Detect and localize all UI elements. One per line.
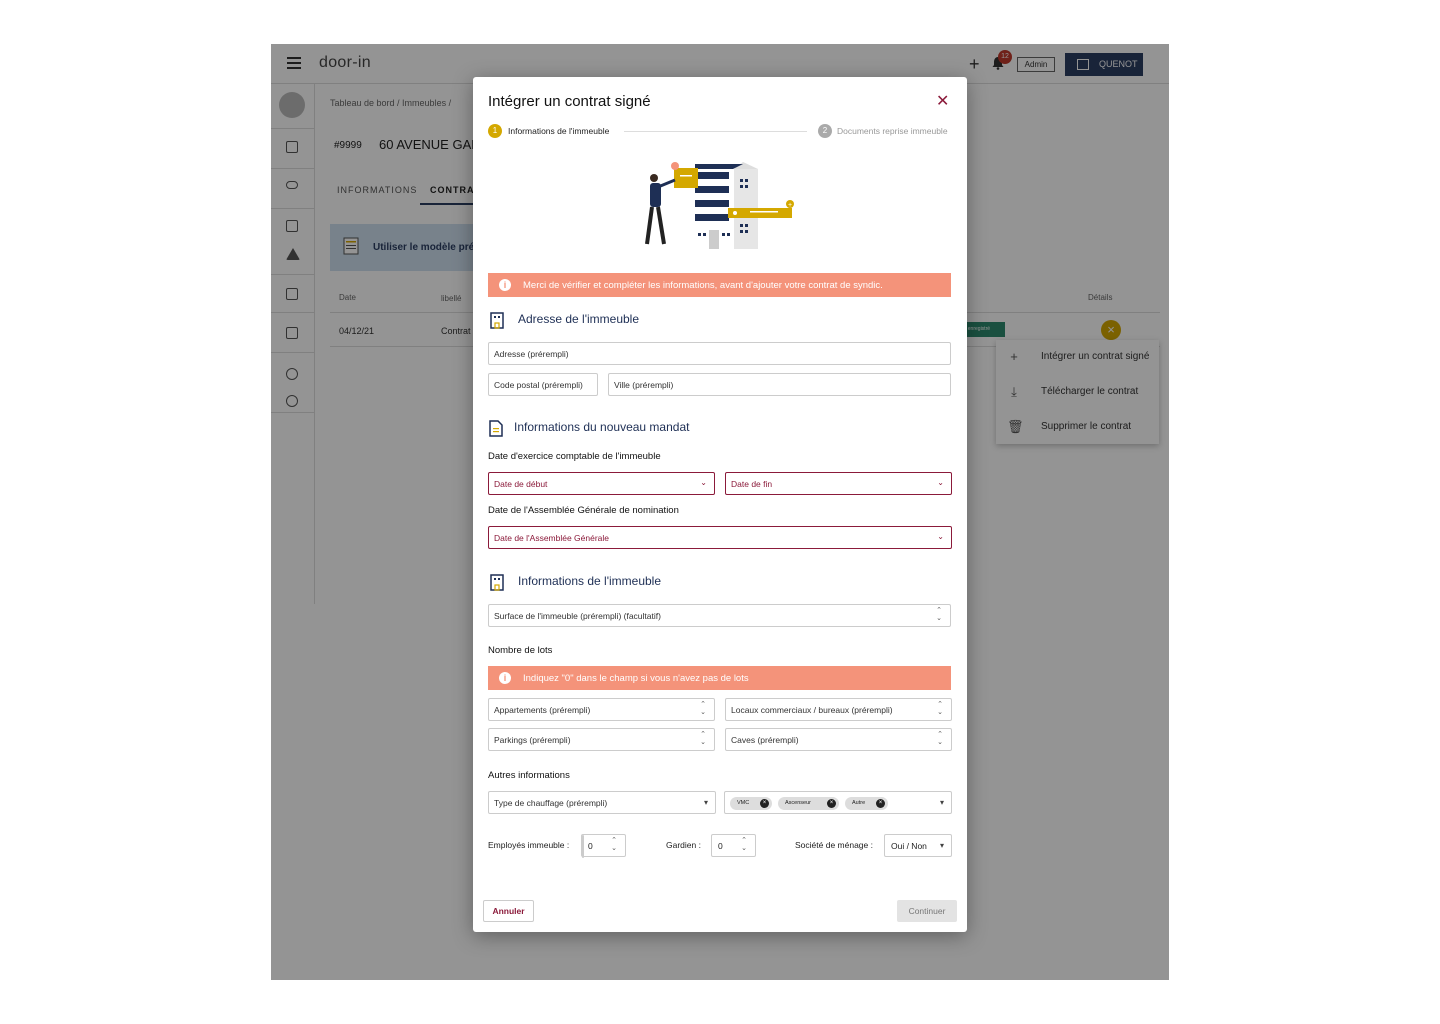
step-1-label: Informations de l'immeuble xyxy=(508,126,610,136)
caret-down-icon: ▾ xyxy=(939,798,944,807)
ag-date-label: Date de l'Assemblée Générale de nominati… xyxy=(488,505,679,516)
fiscal-year-label: Date d'exercice comptable de l'immeuble xyxy=(488,451,661,462)
remove-chip-icon[interactable]: × xyxy=(876,799,885,808)
document-icon xyxy=(489,420,503,437)
stepper-icon[interactable]: ⌃ ⌄ xyxy=(700,731,706,747)
stepper-icon[interactable]: ⌃ ⌄ xyxy=(741,837,747,853)
caretaker-label: Gardien : xyxy=(666,840,701,850)
stepper-icon[interactable]: ⌃ ⌄ xyxy=(611,837,617,853)
integrate-contract-dialog: Intégrer un contrat signé ✕ 1 Informatio… xyxy=(473,77,967,932)
chip-vmc[interactable]: VMC × xyxy=(730,797,772,810)
stepper-icon[interactable]: ⌃ ⌄ xyxy=(937,731,943,747)
equipment-multiselect[interactable]: VMC × Ascenseur × Autre × ▾ xyxy=(724,791,952,814)
other-info-label: Autres informations xyxy=(488,770,570,781)
address-section-title: Adresse de l'immeuble xyxy=(518,312,640,326)
postal-code-input[interactable]: Code postal (prérempli) xyxy=(488,373,598,396)
continue-button[interactable]: Continuer xyxy=(897,900,957,922)
chevron-down-icon: ⌄ xyxy=(937,478,944,487)
address-input[interactable]: Adresse (prérempli) xyxy=(488,342,951,365)
employees-input[interactable]: 0 ⌃ ⌄ xyxy=(581,834,626,858)
employees-label: Employés immeuble : xyxy=(488,840,570,850)
remove-chip-icon[interactable]: × xyxy=(827,799,836,808)
chevron-down-icon: ⌄ xyxy=(937,532,944,541)
info-icon: i xyxy=(499,672,511,684)
dialog-title: Intégrer un contrat signé xyxy=(488,93,651,110)
building-icon xyxy=(490,574,504,591)
end-date-select[interactable]: Date de fin ⌄ xyxy=(725,472,952,495)
mandate-section-title: Informations du nouveau mandat xyxy=(514,420,690,434)
caret-down-icon: ▾ xyxy=(703,798,708,807)
close-icon[interactable]: ✕ xyxy=(936,91,949,111)
apartments-input[interactable]: Appartements (prérempli) ⌃ ⌄ xyxy=(488,698,715,721)
city-input[interactable]: Ville (prérempli) xyxy=(608,373,951,396)
svg-text:+: + xyxy=(788,202,792,209)
lots-label: Nombre de lots xyxy=(488,645,553,656)
cellars-input[interactable]: Caves (prérempli) ⌃ ⌄ xyxy=(725,728,952,751)
cleaning-company-label: Société de ménage : xyxy=(795,840,873,850)
step-1-indicator: 1 xyxy=(488,124,502,138)
chevron-down-icon: ⌄ xyxy=(700,478,707,487)
verify-alert: i Merci de vérifier et compléter les inf… xyxy=(488,273,951,297)
building-section-title: Informations de l'immeuble xyxy=(518,574,662,588)
caret-down-icon: ▾ xyxy=(939,841,944,850)
lots-alert-text: Indiquez "0" dans le champ si vous n'ave… xyxy=(523,673,749,684)
cancel-button[interactable]: Annuler xyxy=(483,900,534,922)
start-date-select[interactable]: Date de début ⌄ xyxy=(488,472,715,495)
stepper-icon[interactable]: ⌃ ⌄ xyxy=(700,701,706,717)
surface-input[interactable]: Surface de l'immeuble (prérempli) (facul… xyxy=(488,604,951,627)
verify-alert-text: Merci de vérifier et compléter les infor… xyxy=(523,280,883,291)
cleaning-company-select[interactable]: Oui / Non ▾ xyxy=(884,834,952,857)
remove-chip-icon[interactable]: × xyxy=(760,799,769,808)
step-2-label: Documents reprise immeuble xyxy=(837,126,948,136)
stepper-icon[interactable]: ⌃ ⌄ xyxy=(936,607,942,623)
ag-date-select[interactable]: Date de l'Assemblée Générale ⌄ xyxy=(488,526,952,549)
chip-ascenseur[interactable]: Ascenseur × xyxy=(778,797,839,810)
lots-alert: i Indiquez "0" dans le champ si vous n'a… xyxy=(488,666,951,690)
info-icon: i xyxy=(499,279,511,291)
step-2-indicator: 2 xyxy=(818,124,832,138)
building-illustration: + xyxy=(645,162,794,249)
parkings-input[interactable]: Parkings (prérempli) ⌃ ⌄ xyxy=(488,728,715,751)
commercial-input[interactable]: Locaux commerciaux / bureaux (prérempli)… xyxy=(725,698,952,721)
heating-type-select[interactable]: Type de chauffage (prérempli) ▾ xyxy=(488,791,716,814)
stepper-icon[interactable]: ⌃ ⌄ xyxy=(937,701,943,717)
chip-autre[interactable]: Autre × xyxy=(845,797,888,810)
stepper-connector xyxy=(624,131,807,132)
caretaker-input[interactable]: 0 ⌃ ⌄ xyxy=(711,834,756,857)
building-icon xyxy=(490,312,504,329)
